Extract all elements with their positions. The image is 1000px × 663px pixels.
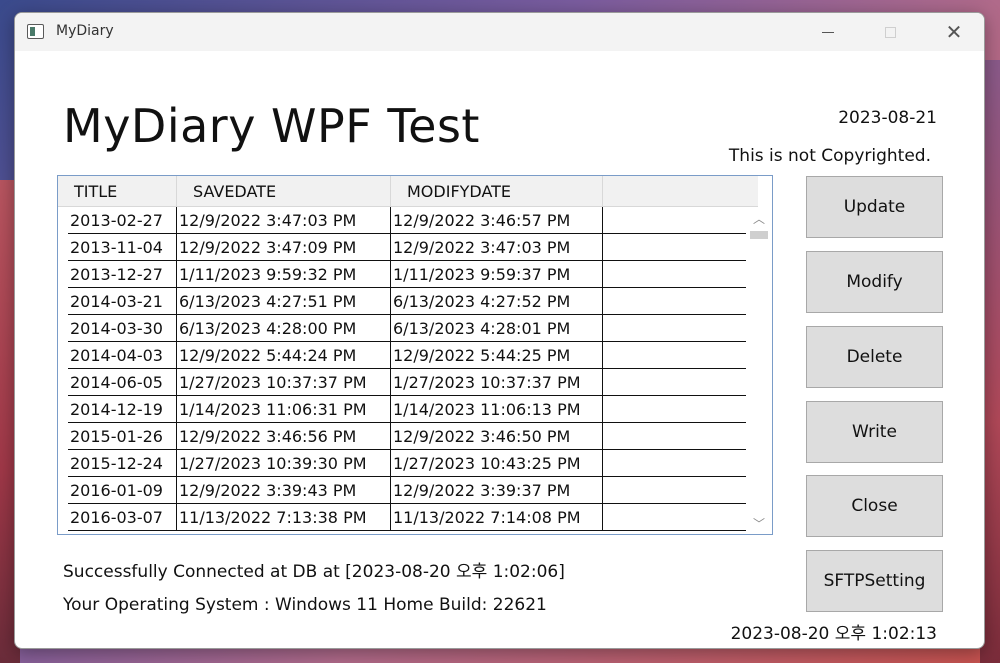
cell-modifydate: 12/9/2022 3:47:03 PM: [391, 234, 603, 260]
window-title: MyDiary: [56, 23, 114, 39]
cell-savedate: 1/11/2023 9:59:32 PM: [177, 261, 391, 287]
cell-title: 2013-11-04: [68, 234, 177, 260]
current-time-clock: 2023-08-20 오후 1:02:13: [730, 624, 937, 644]
cell-title: 2013-12-27: [68, 261, 177, 287]
os-info: Your Operating System : Windows 11 Home …: [63, 595, 547, 615]
cell-modifydate: 1/27/2023 10:43:25 PM: [391, 450, 603, 476]
page-title: MyDiary WPF Test: [63, 99, 480, 153]
cell-title: 2014-03-30: [68, 315, 177, 341]
copyright-notice: This is not Copyrighted.: [728, 146, 931, 166]
column-header-savedate[interactable]: SAVEDATE: [177, 176, 391, 207]
grid-rows: 2013-02-27 12/9/2022 3:47:03 PM 12/9/2022 …: [68, 207, 748, 531]
cell-filler: [603, 315, 748, 341]
cell-savedate: 12/9/2022 3:46:56 PM: [177, 423, 391, 449]
cell-modifydate: 1/14/2023 11:06:13 PM: [391, 396, 603, 422]
table-row[interactable]: 2014-04-03 12/9/2022 5:44:24 PM 12/9/2022 …: [68, 342, 748, 369]
column-header-title[interactable]: TITLE: [58, 176, 177, 207]
cell-title: 2013-02-27: [68, 207, 177, 233]
modify-button[interactable]: Modify: [806, 251, 943, 313]
table-row[interactable]: 2014-12-19 1/14/2023 11:06:31 PM 1/14/2023…: [68, 396, 748, 423]
cell-modifydate: 6/13/2023 4:28:01 PM: [391, 315, 603, 341]
cell-title: 2014-03-21: [68, 288, 177, 314]
cell-filler: [603, 369, 748, 395]
write-button[interactable]: Write: [806, 401, 943, 463]
cell-modifydate: 12/9/2022 3:46:50 PM: [391, 423, 603, 449]
minimize-icon: [822, 31, 834, 33]
cell-title: 2015-12-24: [68, 450, 177, 476]
cell-savedate: 12/9/2022 3:47:09 PM: [177, 234, 391, 260]
close-window-button[interactable]: ✕: [924, 13, 984, 51]
cell-savedate: 1/14/2023 11:06:31 PM: [177, 396, 391, 422]
table-row[interactable]: 2013-11-04 12/9/2022 3:47:09 PM 12/9/2022 …: [68, 234, 748, 261]
update-button[interactable]: Update: [806, 176, 943, 238]
maximize-button: [860, 13, 920, 51]
column-header-filler: [603, 176, 758, 207]
scroll-up-arrow-icon[interactable]: ︿: [746, 209, 772, 229]
cell-filler: [603, 423, 748, 449]
header-date: 2023-08-21: [838, 108, 937, 128]
cell-modifydate: 6/13/2023 4:27:52 PM: [391, 288, 603, 314]
window-content: MyDiary WPF Test 2023-08-21 This is not …: [15, 51, 984, 648]
grid-vertical-scrollbar[interactable]: ︿ ﹀: [746, 207, 772, 534]
title-bar[interactable]: MyDiary ✕: [15, 13, 984, 51]
cell-modifydate: 11/13/2022 7:14:08 PM: [391, 504, 603, 530]
table-row[interactable]: 2015-01-26 12/9/2022 3:46:56 PM 12/9/2022 …: [68, 423, 748, 450]
cell-modifydate: 12/9/2022 3:39:37 PM: [391, 477, 603, 503]
diary-data-grid[interactable]: TITLE SAVEDATE MODIFYDATE 2013-02-27 12/9…: [57, 175, 773, 535]
cell-savedate: 6/13/2023 4:27:51 PM: [177, 288, 391, 314]
delete-button[interactable]: Delete: [806, 326, 943, 388]
cell-savedate: 1/27/2023 10:39:30 PM: [177, 450, 391, 476]
cell-filler: [603, 450, 748, 476]
column-header-modifydate[interactable]: MODIFYDATE: [391, 176, 603, 207]
cell-savedate: 1/27/2023 10:37:37 PM: [177, 369, 391, 395]
table-row[interactable]: 2015-12-24 1/27/2023 10:39:30 PM 1/27/2023…: [68, 450, 748, 477]
cell-title: 2016-01-09: [68, 477, 177, 503]
close-icon: ✕: [945, 20, 963, 44]
table-row[interactable]: 2013-12-27 1/11/2023 9:59:32 PM 1/11/2023 …: [68, 261, 748, 288]
close-button[interactable]: Close: [806, 475, 943, 537]
cell-filler: [603, 207, 748, 233]
scroll-thumb[interactable]: [750, 231, 768, 239]
cell-filler: [603, 504, 748, 530]
cell-filler: [603, 477, 748, 503]
cell-filler: [603, 234, 748, 260]
minimize-button[interactable]: [798, 13, 858, 51]
db-connection-status: Successfully Connected at DB at [2023-08…: [63, 562, 565, 582]
sftp-setting-button[interactable]: SFTPSetting: [806, 550, 943, 612]
cell-filler: [603, 342, 748, 368]
app-window-icon: [27, 24, 44, 39]
maximize-icon: [884, 26, 896, 38]
mydiary-window: MyDiary ✕ MyDiary WPF Test 2023-08-21 Th…: [14, 12, 985, 649]
cell-modifydate: 12/9/2022 3:46:57 PM: [391, 207, 603, 233]
cell-savedate: 6/13/2023 4:28:00 PM: [177, 315, 391, 341]
cell-savedate: 12/9/2022 3:47:03 PM: [177, 207, 391, 233]
table-row[interactable]: 2016-01-09 12/9/2022 3:39:43 PM 12/9/2022 …: [68, 477, 748, 504]
cell-filler: [603, 261, 748, 287]
table-row[interactable]: 2014-03-30 6/13/2023 4:28:00 PM 6/13/2023 …: [68, 315, 748, 342]
scroll-down-arrow-icon[interactable]: ﹀: [746, 514, 772, 534]
cell-title: 2016-03-07: [68, 504, 177, 530]
cell-modifydate: 12/9/2022 5:44:25 PM: [391, 342, 603, 368]
grid-header: TITLE SAVEDATE MODIFYDATE: [58, 176, 758, 207]
cell-title: 2014-06-05: [68, 369, 177, 395]
cell-title: 2014-12-19: [68, 396, 177, 422]
table-row[interactable]: 2016-03-07 11/13/2022 7:13:38 PM 11/13/202…: [68, 504, 748, 531]
cell-savedate: 12/9/2022 3:39:43 PM: [177, 477, 391, 503]
table-row[interactable]: 2014-06-05 1/27/2023 10:37:37 PM 1/27/2023…: [68, 369, 748, 396]
table-row[interactable]: 2014-03-21 6/13/2023 4:27:51 PM 6/13/2023 …: [68, 288, 748, 315]
cell-title: 2014-04-03: [68, 342, 177, 368]
table-row[interactable]: 2013-02-27 12/9/2022 3:47:03 PM 12/9/2022 …: [68, 207, 748, 234]
cell-savedate: 11/13/2022 7:13:38 PM: [177, 504, 391, 530]
cell-modifydate: 1/11/2023 9:59:37 PM: [391, 261, 603, 287]
cell-title: 2015-01-26: [68, 423, 177, 449]
cell-modifydate: 1/27/2023 10:37:37 PM: [391, 369, 603, 395]
cell-filler: [603, 396, 748, 422]
cell-savedate: 12/9/2022 5:44:24 PM: [177, 342, 391, 368]
cell-filler: [603, 288, 748, 314]
